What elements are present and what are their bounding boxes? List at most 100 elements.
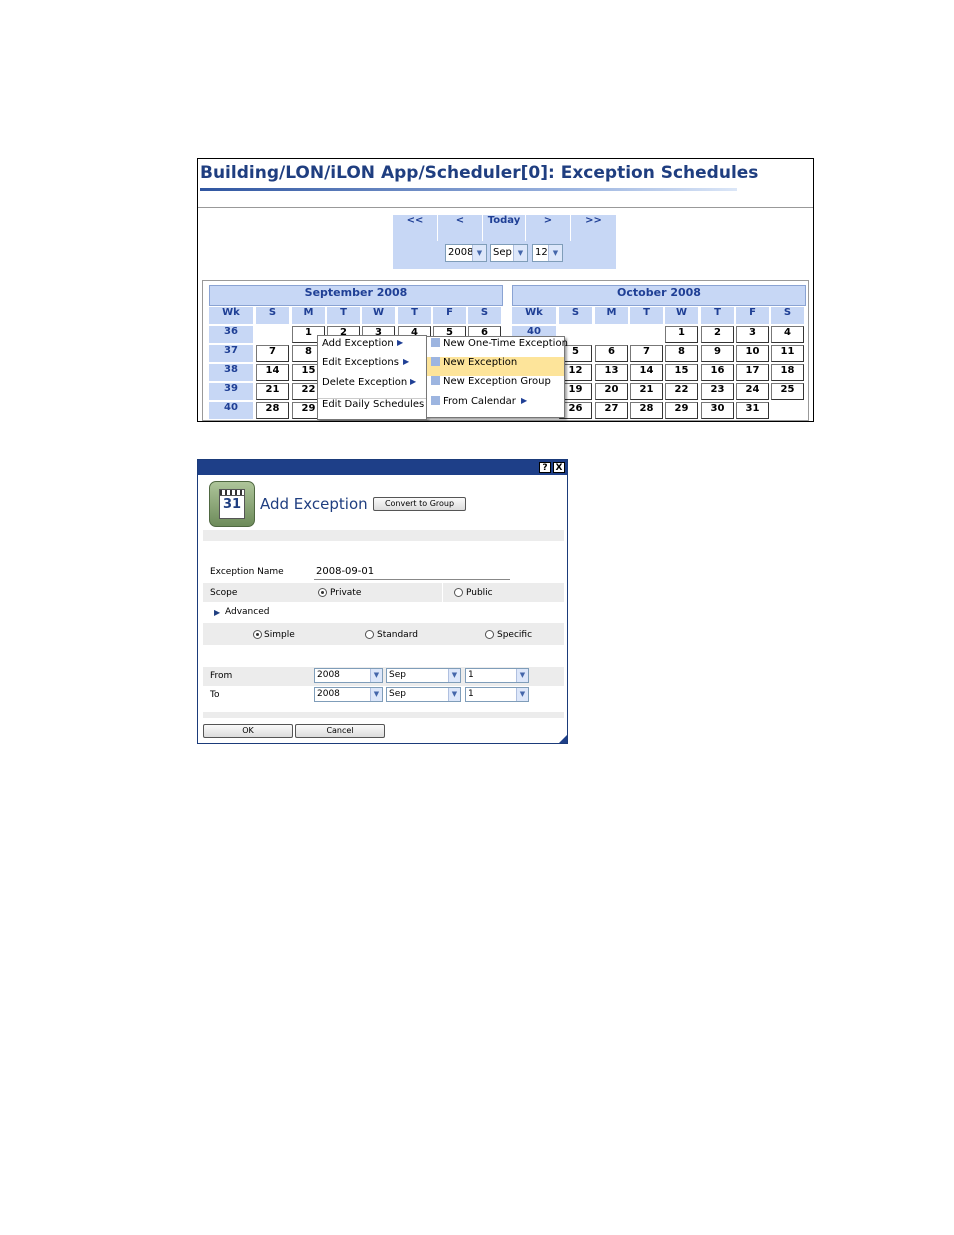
scope-public-radio[interactable] — [454, 588, 463, 597]
calendar-day[interactable]: 7 — [256, 345, 289, 362]
week-number-link[interactable]: 40 — [209, 402, 253, 419]
close-icon[interactable]: X — [553, 462, 565, 473]
calendar-day[interactable]: 29 — [665, 402, 698, 419]
mode-specific-radio[interactable] — [485, 630, 494, 639]
resize-grip-icon[interactable] — [559, 735, 567, 743]
calendar-day[interactable]: 21 — [630, 383, 663, 400]
calendar-icon: 31 — [209, 481, 255, 527]
calendar-day[interactable]: 14 — [630, 364, 663, 381]
from-day-select[interactable]: 1 ▼ — [465, 668, 529, 683]
last-button[interactable]: >> — [571, 215, 616, 241]
select-value: 1 — [468, 689, 474, 699]
menu-item-edit-daily-schedules[interactable]: Edit Daily Schedules — [318, 398, 426, 417]
week-number-link[interactable]: 39 — [209, 383, 253, 400]
calendar-day[interactable]: 27 — [595, 402, 628, 419]
first-button[interactable]: << — [393, 215, 438, 241]
to-year-select[interactable]: 2008 ▼ — [314, 687, 383, 702]
calendar-day[interactable]: 1 — [665, 326, 698, 343]
cancel-button[interactable]: Cancel — [295, 724, 385, 738]
calendar-title: September 2008 — [209, 285, 503, 306]
footer-band — [203, 712, 564, 718]
weekday-header: F — [433, 307, 466, 324]
calendar-day[interactable]: 14 — [256, 364, 289, 381]
submenu-label: New Exception — [443, 357, 518, 368]
calendar-day[interactable]: 4 — [771, 326, 804, 343]
calendar-day[interactable]: 20 — [595, 383, 628, 400]
calendar-day[interactable]: 17 — [736, 364, 769, 381]
week-number-link[interactable]: 37 — [209, 345, 253, 362]
chevron-down-icon: ▼ — [472, 245, 486, 261]
calendar-day[interactable]: 3 — [736, 326, 769, 343]
submenu-item-from-calendar[interactable]: From Calendar ▶ — [427, 396, 564, 415]
select-value: Sep — [389, 670, 406, 680]
from-year-select[interactable]: 2008 ▼ — [314, 668, 383, 683]
chevron-down-icon: ▼ — [448, 688, 460, 701]
calendar-day[interactable]: 23 — [701, 383, 734, 400]
advanced-toggle[interactable]: Advanced — [225, 607, 269, 617]
mode-standard-label: Standard — [377, 630, 418, 640]
chevron-right-icon: ▶ — [397, 338, 404, 347]
select-value: Sep — [389, 689, 406, 699]
mode-simple-radio[interactable] — [253, 630, 262, 639]
ok-button[interactable]: OK — [203, 724, 293, 738]
prev-button[interactable]: < — [438, 215, 483, 241]
convert-to-group-button[interactable]: Convert to Group — [373, 497, 466, 511]
calendar-day[interactable]: 24 — [736, 383, 769, 400]
calendar-day[interactable]: 28 — [256, 402, 289, 419]
calendar-day[interactable]: 2 — [701, 326, 734, 343]
calendar-day[interactable]: 21 — [256, 383, 289, 400]
expand-triangle-icon[interactable]: ▶ — [214, 608, 220, 617]
day-value: 12 — [535, 247, 548, 258]
mode-specific-label: Specific — [497, 630, 533, 640]
week-number-link[interactable]: 38 — [209, 364, 253, 381]
year-select[interactable]: 2008 ▼ — [445, 244, 487, 262]
page-title: Building/LON/iLON App/Scheduler[0]: Exce… — [200, 163, 759, 183]
month-select[interactable]: Sep ▼ — [490, 244, 528, 262]
menu-item-edit-exceptions[interactable]: Edit Exceptions ▶ — [318, 357, 426, 376]
add-exception-dialog: ? X 31 Add Exception Convert to Group Ex… — [197, 459, 568, 744]
help-icon[interactable]: ? — [539, 462, 551, 473]
submenu-item-new-exception-group[interactable]: New Exception Group — [427, 376, 564, 395]
scope-private-radio[interactable] — [318, 588, 327, 597]
exception-schedules-panel: Building/LON/iLON App/Scheduler[0]: Exce… — [197, 158, 814, 422]
calendar-day[interactable]: 6 — [595, 345, 628, 362]
header-divider — [198, 207, 813, 208]
calendar-day[interactable]: 16 — [701, 364, 734, 381]
exception-name-field[interactable]: 2008-09-01 — [314, 564, 510, 580]
calendar-day[interactable]: 28 — [630, 402, 663, 419]
calendar-day[interactable]: 10 — [736, 345, 769, 362]
from-month-select[interactable]: Sep ▼ — [386, 668, 461, 683]
calendar-day[interactable]: 18 — [771, 364, 804, 381]
calendar-day[interactable]: 22 — [665, 383, 698, 400]
to-month-select[interactable]: Sep ▼ — [386, 687, 461, 702]
calendar-day[interactable]: 25 — [771, 383, 804, 400]
calendar-day[interactable]: 11 — [771, 345, 804, 362]
submenu-item-new-one-time-exception[interactable]: New One-Time Exception — [427, 338, 568, 357]
menu-label: Add Exception — [322, 338, 394, 349]
next-button[interactable]: > — [526, 215, 571, 241]
calendar-day[interactable]: 9 — [701, 345, 734, 362]
calendar-day[interactable]: 13 — [595, 364, 628, 381]
item-icon — [431, 376, 440, 385]
scope-label: Scope — [210, 588, 238, 598]
calendar-day[interactable]: 7 — [630, 345, 663, 362]
item-icon — [431, 396, 440, 405]
month-value: Sep — [493, 247, 512, 258]
to-day-select[interactable]: 1 ▼ — [465, 687, 529, 702]
scope-private-label: Private — [330, 588, 362, 598]
menu-item-delete-exception[interactable]: Delete Exception ▶ — [318, 377, 426, 396]
calendar-day-number: 31 — [222, 497, 242, 512]
calendar-day[interactable]: 8 — [665, 345, 698, 362]
today-button[interactable]: Today — [483, 215, 526, 241]
weekday-header: S — [256, 307, 289, 324]
day-select[interactable]: 12 ▼ — [532, 244, 563, 262]
submenu-item-new-exception[interactable]: New Exception — [427, 357, 564, 376]
calendar-day[interactable]: 31 — [736, 402, 769, 419]
menu-item-add-exception[interactable]: Add Exception ▶ — [318, 338, 426, 357]
mode-standard-radio[interactable] — [365, 630, 374, 639]
calendar-day[interactable]: 30 — [701, 402, 734, 419]
item-icon — [431, 357, 440, 366]
item-icon — [431, 338, 440, 347]
week-number-link[interactable]: 36 — [209, 326, 253, 343]
calendar-day[interactable]: 15 — [665, 364, 698, 381]
